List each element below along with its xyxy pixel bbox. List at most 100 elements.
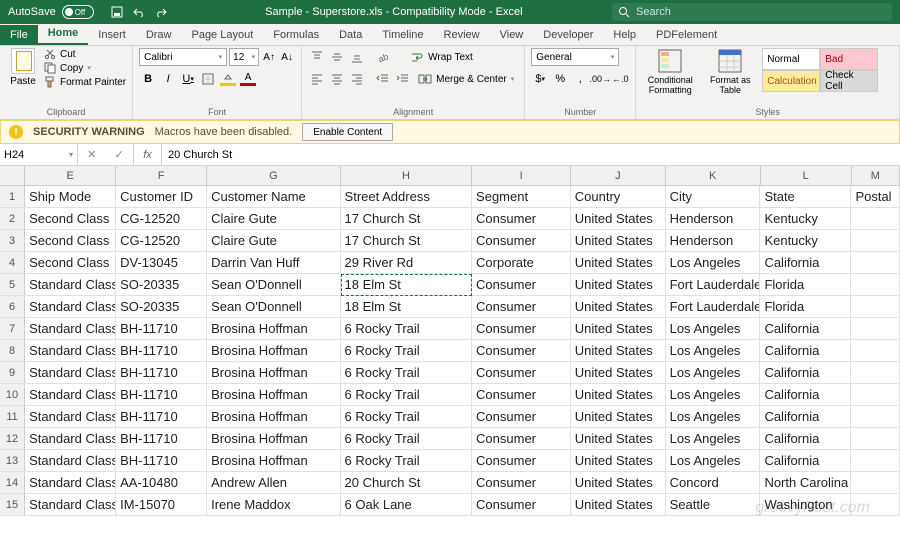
- cell[interactable]: California: [760, 252, 851, 274]
- cell[interactable]: Andrew Allen: [207, 472, 340, 494]
- tab-developer[interactable]: Developer: [533, 25, 603, 45]
- column-header[interactable]: G: [207, 166, 341, 186]
- column-header[interactable]: M: [852, 166, 900, 186]
- style-normal[interactable]: Normal: [762, 48, 820, 70]
- cell[interactable]: California: [760, 340, 851, 362]
- cell[interactable]: Claire Gute: [207, 208, 340, 230]
- cell[interactable]: 17 Church St: [341, 208, 473, 230]
- cell[interactable]: CG-12520: [116, 230, 207, 252]
- bold-button[interactable]: B: [139, 70, 157, 88]
- cell[interactable]: Brosina Hoffman: [207, 340, 340, 362]
- autosave-toggle[interactable]: AutoSave Off: [0, 5, 102, 19]
- row-header[interactable]: 14: [0, 472, 25, 494]
- cell[interactable]: Los Angeles: [666, 318, 761, 340]
- cell[interactable]: [851, 406, 900, 428]
- cell[interactable]: Postal: [851, 186, 900, 208]
- cell[interactable]: Second Class: [25, 230, 116, 252]
- percent-format-button[interactable]: %: [551, 70, 569, 88]
- cell[interactable]: Consumer: [472, 274, 571, 296]
- decrease-decimal-button[interactable]: ←.0: [611, 70, 629, 88]
- row-header[interactable]: 13: [0, 450, 25, 472]
- tab-data[interactable]: Data: [329, 25, 372, 45]
- tab-review[interactable]: Review: [434, 25, 490, 45]
- row-header[interactable]: 12: [0, 428, 25, 450]
- tab-file[interactable]: File: [0, 25, 38, 45]
- cell[interactable]: State: [760, 186, 851, 208]
- column-header[interactable]: H: [341, 166, 473, 186]
- font-color-button[interactable]: A: [239, 70, 257, 88]
- cell[interactable]: United States: [571, 472, 666, 494]
- cell[interactable]: Standard Class: [25, 450, 116, 472]
- cell[interactable]: Brosina Hoffman: [207, 318, 340, 340]
- cell[interactable]: AA-10480: [116, 472, 207, 494]
- font-size-combo[interactable]: 12▾: [229, 48, 259, 66]
- increase-indent-button[interactable]: [394, 70, 412, 88]
- cell[interactable]: Los Angeles: [666, 252, 761, 274]
- cell[interactable]: [851, 230, 900, 252]
- underline-button[interactable]: U▾: [179, 70, 197, 88]
- cell[interactable]: Ship Mode: [25, 186, 116, 208]
- cell[interactable]: 29 River Rd: [341, 252, 473, 274]
- cell[interactable]: Consumer: [472, 208, 571, 230]
- cell[interactable]: 6 Rocky Trail: [341, 406, 473, 428]
- cell[interactable]: BH-11710: [116, 362, 207, 384]
- cell[interactable]: Los Angeles: [666, 428, 761, 450]
- cell[interactable]: [851, 318, 900, 340]
- cell[interactable]: Segment: [472, 186, 571, 208]
- cell[interactable]: IM-15070: [116, 494, 207, 516]
- tab-pdfelement[interactable]: PDFelement: [646, 25, 727, 45]
- cell[interactable]: Henderson: [666, 208, 761, 230]
- cell[interactable]: Standard Class: [25, 318, 116, 340]
- formula-input[interactable]: 20 Church St: [162, 144, 900, 165]
- merge-center-button[interactable]: Merge & Center ▾: [414, 70, 518, 88]
- column-header[interactable]: I: [472, 166, 571, 186]
- cell[interactable]: Brosina Hoffman: [207, 362, 340, 384]
- increase-decimal-button[interactable]: .00→: [591, 70, 609, 88]
- cell[interactable]: [851, 252, 900, 274]
- cell[interactable]: Corporate: [472, 252, 571, 274]
- cell[interactable]: SO-20335: [116, 296, 207, 318]
- tab-view[interactable]: View: [490, 25, 534, 45]
- column-header[interactable]: L: [761, 166, 852, 186]
- cell[interactable]: 18 Elm St: [341, 274, 473, 296]
- row-header[interactable]: 10: [0, 384, 25, 406]
- cell[interactable]: Consumer: [472, 428, 571, 450]
- cell[interactable]: Standard Class: [25, 494, 116, 516]
- cell[interactable]: 6 Oak Lane: [341, 494, 473, 516]
- cell[interactable]: Los Angeles: [666, 450, 761, 472]
- cell[interactable]: Kentucky: [760, 230, 851, 252]
- cell[interactable]: 17 Church St: [341, 230, 473, 252]
- cell[interactable]: Consumer: [472, 340, 571, 362]
- cell[interactable]: BH-11710: [116, 406, 207, 428]
- cell[interactable]: Consumer: [472, 472, 571, 494]
- borders-button[interactable]: [199, 70, 217, 88]
- row-header[interactable]: 5: [0, 274, 25, 296]
- align-center-button[interactable]: [328, 70, 346, 88]
- conditional-formatting-button[interactable]: Conditional Formatting: [642, 48, 698, 96]
- cell[interactable]: California: [760, 450, 851, 472]
- row-header[interactable]: 9: [0, 362, 25, 384]
- cell[interactable]: 6 Rocky Trail: [341, 318, 473, 340]
- decrease-font-button[interactable]: A↓: [279, 48, 295, 66]
- tab-formulas[interactable]: Formulas: [263, 25, 329, 45]
- cell[interactable]: Darrin Van Huff: [207, 252, 340, 274]
- cell[interactable]: Seattle: [666, 494, 761, 516]
- cell[interactable]: Consumer: [472, 362, 571, 384]
- cell[interactable]: Consumer: [472, 494, 571, 516]
- cell[interactable]: [851, 428, 900, 450]
- cell[interactable]: California: [760, 406, 851, 428]
- column-header[interactable]: E: [25, 166, 116, 186]
- cut-button[interactable]: Cut: [44, 48, 126, 60]
- select-all-corner[interactable]: [0, 166, 25, 186]
- cell[interactable]: [851, 362, 900, 384]
- tab-help[interactable]: Help: [603, 25, 646, 45]
- cell[interactable]: CG-12520: [116, 208, 207, 230]
- cell[interactable]: Consumer: [472, 450, 571, 472]
- tab-home[interactable]: Home: [38, 23, 89, 45]
- cell[interactable]: [851, 296, 900, 318]
- cell[interactable]: Fort Lauderdale: [666, 296, 761, 318]
- cell[interactable]: Fort Lauderdale: [666, 274, 761, 296]
- cell[interactable]: United States: [571, 450, 666, 472]
- copy-button[interactable]: Copy ▾: [44, 62, 126, 74]
- font-name-combo[interactable]: Calibri▾: [139, 48, 227, 66]
